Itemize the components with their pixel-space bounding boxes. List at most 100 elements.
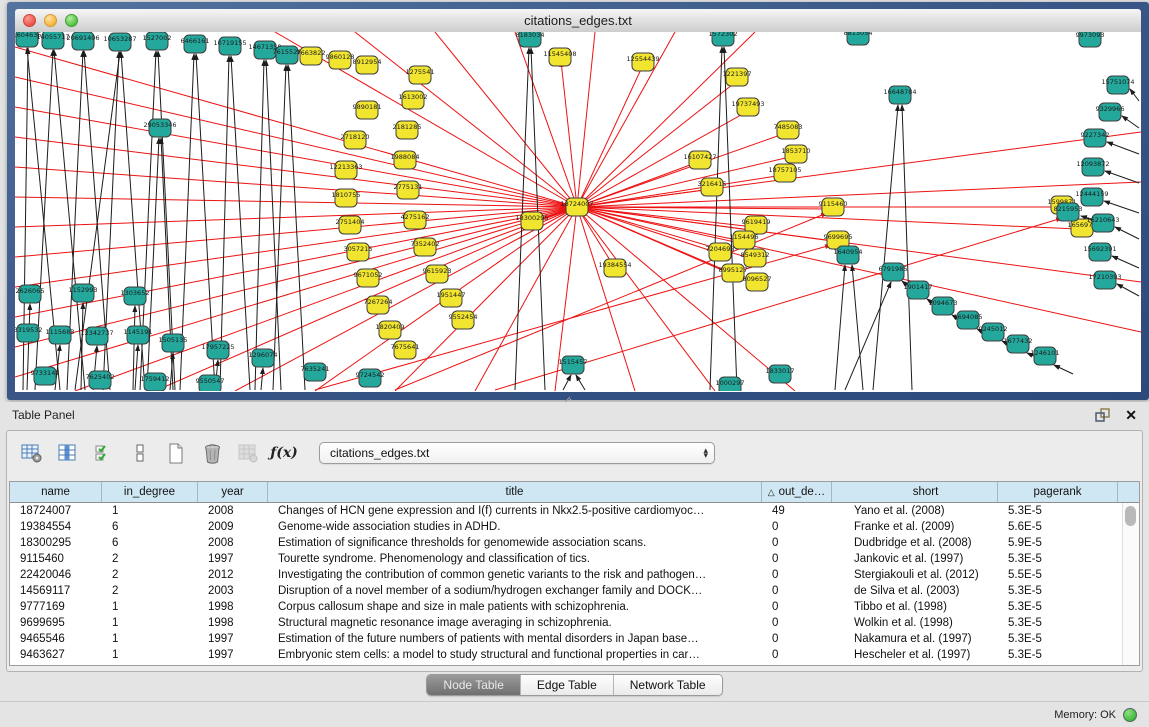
table-cell[interactable]: 1997: [198, 649, 268, 661]
table-cell[interactable]: 0: [762, 601, 832, 613]
table-cell[interactable]: 2008: [198, 505, 268, 517]
table-row[interactable]: 2242004622012Investigating the contribut…: [10, 567, 1123, 583]
table-cell[interactable]: 1997: [198, 633, 268, 645]
row-height-button[interactable]: [125, 438, 155, 468]
table-cell[interactable]: 0: [762, 569, 832, 581]
table-mode-button[interactable]: [17, 438, 47, 468]
show-columns-button[interactable]: [53, 438, 83, 468]
function-builder-button[interactable]: ƒ(x): [269, 438, 299, 468]
scrollbar-thumb[interactable]: [1125, 506, 1136, 526]
table-cell[interactable]: 18724007: [10, 505, 102, 517]
table-cell[interactable]: 9115460: [10, 553, 102, 565]
memory-status-indicator[interactable]: [1123, 708, 1137, 722]
network-canvas[interactable]: 1604635140557172069140610653287152700264…: [15, 32, 1141, 391]
table-cell[interactable]: 1997: [198, 553, 268, 565]
table-row[interactable]: 977716911998Corpus callosum shape and si…: [10, 599, 1123, 615]
new-column-button[interactable]: [161, 438, 191, 468]
table-cell[interactable]: 2008: [198, 537, 268, 549]
table-row[interactable]: 946362711997Embryonic stem cells: a mode…: [10, 647, 1123, 663]
table-cell[interactable]: 2: [102, 569, 198, 581]
table-cell[interactable]: 5.3E-5: [998, 601, 1118, 613]
table-cell[interactable]: Estimation of the future numbers of pati…: [268, 633, 762, 645]
table-cell[interactable]: 2: [102, 585, 198, 597]
table-cell[interactable]: 9465546: [10, 633, 102, 645]
table-cell[interactable]: de Silva et al. (2003): [832, 585, 998, 597]
table-cell[interactable]: 0: [762, 617, 832, 629]
table-cell[interactable]: 19384554: [10, 521, 102, 533]
table-cell[interactable]: Tibbo et al. (1998): [832, 601, 998, 613]
table-cell[interactable]: 9777169: [10, 601, 102, 613]
table-row[interactable]: 946554611997Estimation of the future num…: [10, 631, 1123, 647]
table-row[interactable]: 1456911722003Disruption of a novel membe…: [10, 583, 1123, 599]
table-cell[interactable]: 0: [762, 553, 832, 565]
table-cell[interactable]: 9463627: [10, 649, 102, 661]
table-cell[interactable]: 1: [102, 617, 198, 629]
table-row[interactable]: 969969511998Structural magnetic resonanc…: [10, 615, 1123, 631]
import-table-button[interactable]: [233, 438, 263, 468]
table-cell[interactable]: 6: [102, 521, 198, 533]
table-row[interactable]: 1830029562008Estimation of significance …: [10, 535, 1123, 551]
table-cell[interactable]: Embryonic stem cells: a model to study s…: [268, 649, 762, 661]
table-cell[interactable]: Jankovic et al. (1997): [832, 553, 998, 565]
table-cell[interactable]: 0: [762, 585, 832, 597]
table-selector-dropdown[interactable]: citations_edges.txt ▴▾: [319, 442, 715, 464]
table-cell[interactable]: 5.5E-5: [998, 569, 1118, 581]
table-vertical-scrollbar[interactable]: [1122, 503, 1139, 665]
table-cell[interactable]: 0: [762, 633, 832, 645]
table-row[interactable]: 1872400712008Changes of HCN gene express…: [10, 503, 1123, 519]
close-panel-icon[interactable]: ✕: [1125, 408, 1137, 422]
select-columns-button[interactable]: [89, 438, 119, 468]
table-cell[interactable]: 0: [762, 649, 832, 661]
table-cell[interactable]: 2003: [198, 585, 268, 597]
table-cell[interactable]: Hescheler et al. (1997): [832, 649, 998, 661]
window-titlebar[interactable]: citations_edges.txt: [15, 9, 1141, 33]
table-cell[interactable]: 1: [102, 505, 198, 517]
table-cell[interactable]: Corpus callosum shape and size in male p…: [268, 601, 762, 613]
table-cell[interactable]: 6: [102, 537, 198, 549]
table-cell[interactable]: Dudbridge et al. (2008): [832, 537, 998, 549]
table-cell[interactable]: 5.3E-5: [998, 505, 1118, 517]
table-cell[interactable]: 18300295: [10, 537, 102, 549]
table-cell[interactable]: 14569117: [10, 585, 102, 597]
float-panel-icon[interactable]: [1095, 408, 1111, 422]
table-cell[interactable]: Genome-wide association studies in ADHD.: [268, 521, 762, 533]
table-cell[interactable]: 2: [102, 553, 198, 565]
table-cell[interactable]: 5.6E-5: [998, 521, 1118, 533]
table-cell[interactable]: Yano et al. (2008): [832, 505, 998, 517]
table-cell[interactable]: Changes of HCN gene expression and I(f) …: [268, 505, 762, 517]
column-header-out-degree[interactable]: △ out_de…: [762, 482, 832, 502]
table-cell[interactable]: 22420046: [10, 569, 102, 581]
table-cell[interactable]: 9699695: [10, 617, 102, 629]
table-cell[interactable]: 49: [762, 505, 832, 517]
table-cell[interactable]: 0: [762, 537, 832, 549]
table-cell[interactable]: 2009: [198, 521, 268, 533]
table-row[interactable]: 1938455462009Genome-wide association stu…: [10, 519, 1123, 535]
table-cell[interactable]: 5.9E-5: [998, 537, 1118, 549]
column-header-short[interactable]: short: [832, 482, 998, 502]
table-cell[interactable]: 1: [102, 633, 198, 645]
delete-column-button[interactable]: [197, 438, 227, 468]
table-cell[interactable]: Structural magnetic resonance image aver…: [268, 617, 762, 629]
table-cell[interactable]: 1: [102, 649, 198, 661]
table-cell[interactable]: Wolkin et al. (1998): [832, 617, 998, 629]
table-cell[interactable]: Franke et al. (2009): [832, 521, 998, 533]
table-cell[interactable]: 5.3E-5: [998, 633, 1118, 645]
tab-network-table[interactable]: Network Table: [614, 675, 722, 695]
table-cell[interactable]: 2012: [198, 569, 268, 581]
table-cell[interactable]: Tourette syndrome. Phenomenology and cla…: [268, 553, 762, 565]
table-row[interactable]: 911546021997Tourette syndrome. Phenomeno…: [10, 551, 1123, 567]
column-header-year[interactable]: year: [198, 482, 268, 502]
table-cell[interactable]: 5.3E-5: [998, 617, 1118, 629]
column-header-title[interactable]: title: [268, 482, 762, 502]
table-cell[interactable]: Nakamura et al. (1997): [832, 633, 998, 645]
table-cell[interactable]: 5.3E-5: [998, 649, 1118, 661]
table-cell[interactable]: Investigating the contribution of common…: [268, 569, 762, 581]
table-cell[interactable]: Stergiakouli et al. (2012): [832, 569, 998, 581]
table-cell[interactable]: 1: [102, 601, 198, 613]
column-header-in-degree[interactable]: in_degree: [102, 482, 198, 502]
table-cell[interactable]: 1998: [198, 617, 268, 629]
table-cell[interactable]: 5.3E-5: [998, 553, 1118, 565]
table-cell[interactable]: Disruption of a novel member of a sodium…: [268, 585, 762, 597]
column-header-name[interactable]: name: [10, 482, 102, 502]
table-cell[interactable]: 1998: [198, 601, 268, 613]
